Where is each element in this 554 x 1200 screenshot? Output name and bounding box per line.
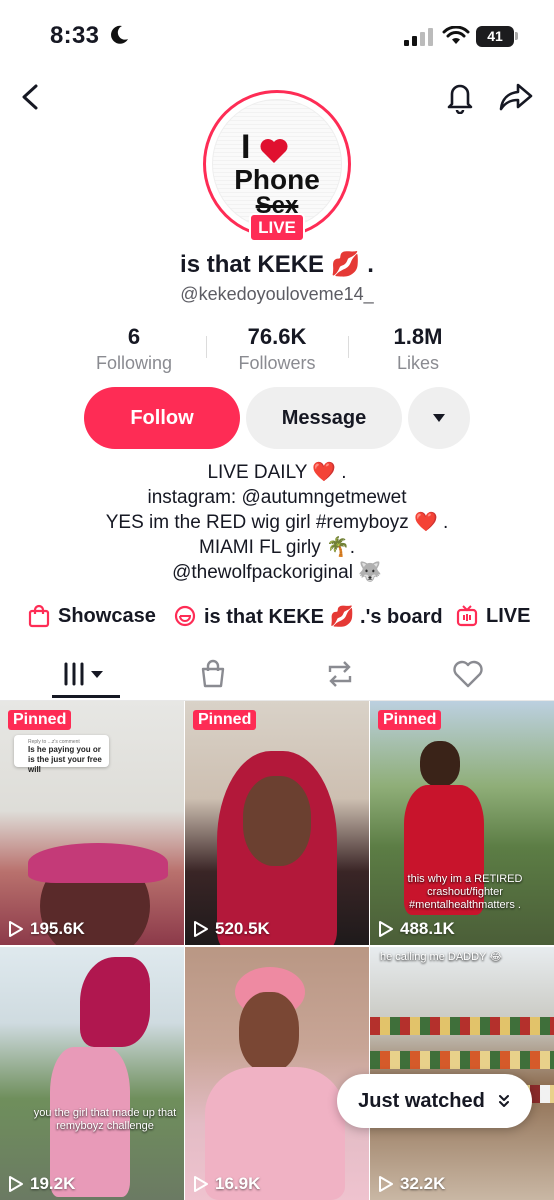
liked-heart-icon — [453, 660, 483, 688]
play-icon — [194, 1176, 208, 1192]
thumbnail-face — [239, 992, 299, 1072]
play-icon — [194, 921, 208, 937]
video-thumbnail[interactable]: you the girl that made up that remyboyz … — [0, 947, 184, 1200]
video-thumbnail[interactable]: 16.9K — [185, 947, 369, 1200]
pinned-badge: Pinned — [8, 710, 72, 730]
thumbnail-face — [243, 776, 311, 866]
message-button[interactable]: Message — [246, 387, 402, 449]
status-bar: 8:33 41 — [0, 0, 554, 70]
view-count-text: 16.9K — [215, 1174, 261, 1193]
video-thumbnail[interactable]: Pinned 520.5K — [185, 701, 369, 945]
followers-label: Followers — [238, 353, 316, 373]
pinned-badge: Pinned — [378, 710, 442, 730]
followers-count: 76.6K — [247, 324, 307, 349]
bio-line: YES im the RED wig girl #remyboyz ❤️ . — [105, 512, 449, 533]
play-icon — [9, 921, 23, 937]
view-count: 488.1K — [378, 919, 455, 939]
video-thumbnail[interactable]: Pinned Reply to ...z's comment Is he pay… — [0, 701, 184, 945]
notification-bell-icon[interactable] — [444, 80, 476, 114]
just-watched-label: Just watched — [358, 1089, 485, 1112]
thumbnail-face — [420, 741, 460, 787]
tab-videos[interactable] — [26, 650, 146, 698]
battery-indicator: 41 — [476, 26, 514, 47]
view-count: 195.6K — [8, 919, 85, 939]
view-count-text: 488.1K — [400, 919, 455, 938]
thumbnail-shelf — [370, 1051, 554, 1069]
profile-links-row: Showcase is that KEKE 💋 .'s board LIVE — [0, 600, 554, 632]
thumbnail-hair — [80, 957, 150, 1047]
username: @kekedoyouloveme14_ — [180, 284, 374, 304]
live-label: LIVE — [486, 604, 531, 627]
videos-grid-icon — [64, 662, 103, 686]
likes-count: 1.8M — [393, 324, 443, 349]
view-count-text: 195.6K — [30, 919, 85, 938]
video-caption: he calling me DADDY 😂 — [380, 951, 503, 963]
view-count: 32.2K — [378, 1174, 445, 1194]
view-count: 16.9K — [193, 1174, 260, 1194]
comment-reply-card: Reply to ...z's comment Is he paying you… — [14, 735, 109, 774]
play-icon — [379, 1176, 393, 1192]
shopping-bag-icon — [28, 604, 50, 628]
bio-line[interactable]: @thewolfpackoriginal 🐺 — [0, 560, 554, 585]
view-count: 19.2K — [8, 1174, 75, 1194]
bio-line: LIVE DAILY ❤️ . — [207, 462, 347, 483]
tab-shop[interactable] — [153, 650, 273, 698]
back-arrow-icon[interactable] — [16, 82, 46, 112]
thumbnail-shelf — [370, 1017, 554, 1035]
view-count-text: 32.2K — [400, 1174, 446, 1193]
live-tv-icon — [456, 605, 478, 627]
share-arrow-icon[interactable] — [498, 80, 534, 114]
heart-icon — [260, 139, 288, 163]
comment-text: Is he paying you or is the just your fre… — [28, 745, 102, 774]
play-icon — [9, 1176, 23, 1192]
cellular-signal-icon — [404, 28, 433, 46]
wifi-icon — [442, 26, 470, 44]
tab-reposts[interactable] — [280, 650, 400, 698]
board-icon — [174, 605, 196, 627]
moon-icon — [111, 25, 128, 44]
showcase-link[interactable]: Showcase — [28, 600, 156, 632]
video-caption: you the girl that made up that remyboyz … — [33, 1107, 177, 1132]
bio: LIVE DAILY ❤️ . instagram: @autumngetmew… — [0, 460, 554, 585]
pinned-badge: Pinned — [193, 710, 257, 730]
status-time: 8:33 — [50, 22, 100, 49]
avatar-text-i: I — [241, 128, 251, 166]
caret-down-icon — [433, 414, 445, 422]
live-badge[interactable]: LIVE — [249, 213, 305, 242]
stat-likes[interactable]: 1.8M Likes — [343, 324, 493, 374]
video-thumbnail[interactable]: Pinned this why im a RETIRED crashout/fi… — [370, 701, 554, 945]
board-label: is that KEKE 💋 .'s board — [204, 605, 443, 628]
play-icon — [379, 921, 393, 937]
board-link[interactable]: is that KEKE 💋 .'s board — [174, 600, 443, 632]
more-options-button[interactable] — [408, 387, 470, 449]
double-chevron-down-icon — [498, 1095, 509, 1107]
stat-followers[interactable]: 76.6K Followers — [202, 324, 352, 374]
live-link[interactable]: LIVE — [456, 600, 530, 632]
repost-icon — [328, 661, 352, 687]
follow-button[interactable]: Follow — [84, 387, 240, 449]
battery-cap — [515, 32, 518, 40]
avatar-image: I Phone Sex — [212, 99, 342, 229]
following-count: 6 — [127, 324, 141, 349]
display-name: is that KEKE 💋 . — [180, 251, 374, 278]
shop-bag-icon — [201, 659, 225, 688]
just-watched-button[interactable]: Just watched — [337, 1074, 532, 1128]
bio-line[interactable]: instagram: @autumngetmewet — [0, 485, 554, 510]
likes-label: Likes — [396, 353, 440, 373]
following-label: Following — [95, 353, 173, 373]
stat-following[interactable]: 6 Following — [59, 324, 209, 374]
view-count-text: 19.2K — [30, 1174, 76, 1193]
video-caption: this why im a RETIRED crashout/fighter #… — [407, 873, 523, 911]
view-count-text: 520.5K — [215, 919, 270, 938]
bio-line: MIAMI FL girly 🌴. — [199, 537, 355, 558]
showcase-label: Showcase — [58, 604, 156, 627]
thumbnail-bonnet — [28, 843, 168, 883]
view-count: 520.5K — [193, 919, 270, 939]
tab-liked[interactable] — [408, 650, 528, 698]
active-tab-indicator — [52, 695, 120, 698]
